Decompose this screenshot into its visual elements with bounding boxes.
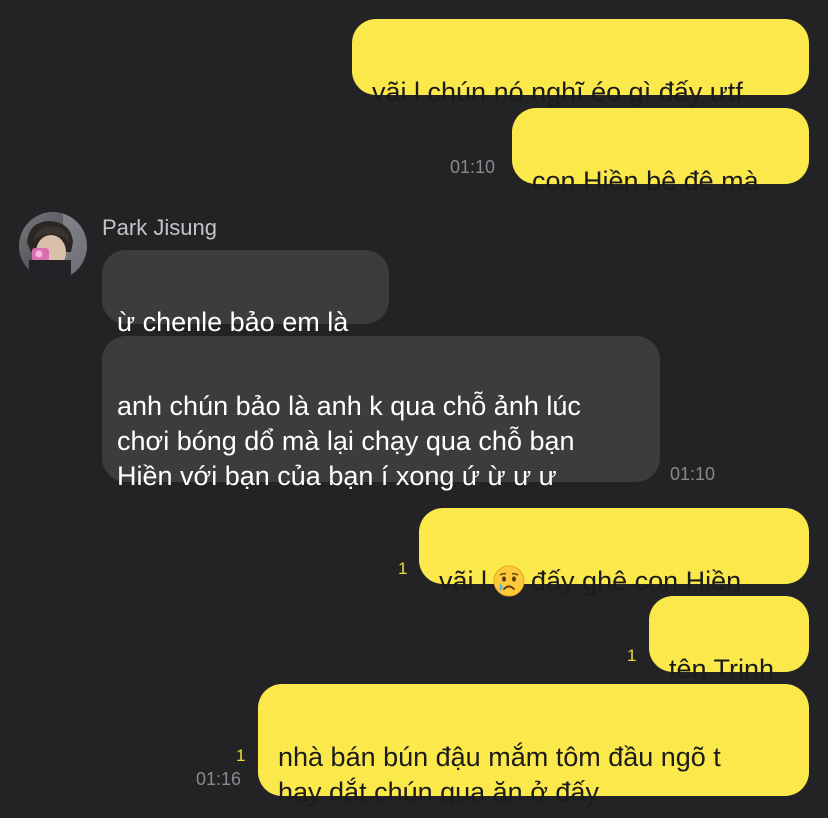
message-text-before: vãi l [439,566,488,596]
sender-avatar[interactable] [19,212,87,280]
outgoing-message[interactable]: vãi l đấy ghệ con Hiền [419,508,809,597]
incoming-message[interactable]: ừ chenle bảo em là [102,250,389,337]
crying-face-icon [493,565,525,606]
message-timestamp: 01:10 [450,157,496,177]
unread-count: 1 [236,746,246,765]
message-timestamp: 01:10 [670,464,716,484]
message-text: ừ chenle bảo em là [117,307,349,337]
incoming-message[interactable]: anh chún bảo là anh k qua chỗ ảnh lúc ch… [102,336,660,491]
outgoing-message[interactable]: vãi l chún nó nghĩ éo gì đấy ưtf [352,19,809,107]
avatar-photo-icon [19,212,87,280]
unread-count: 1 [627,646,637,665]
message-text: vãi l chún nó nghĩ éo gì đấy ưtf [372,77,743,107]
outgoing-message[interactable]: nhà bán bún đậu mắm tôm đầu ngõ t hay dắ… [258,684,809,807]
message-text: con Hiền bê đê mà [532,166,759,196]
sender-name: Park Jisung [102,215,217,240]
outgoing-message[interactable]: tên Trinh [649,596,809,684]
message-text: tên Trinh [669,654,775,684]
message-text-after: đấy ghệ con Hiền [531,566,742,596]
message-timestamp: 01:16 [196,769,242,789]
outgoing-message[interactable]: con Hiền bê đê mà [512,108,809,196]
message-text: nhà bán bún đậu mắm tôm đầu ngõ t hay dắ… [278,742,721,807]
message-text: anh chún bảo là anh k qua chỗ ảnh lúc ch… [117,391,581,491]
unread-count: 1 [398,559,408,578]
